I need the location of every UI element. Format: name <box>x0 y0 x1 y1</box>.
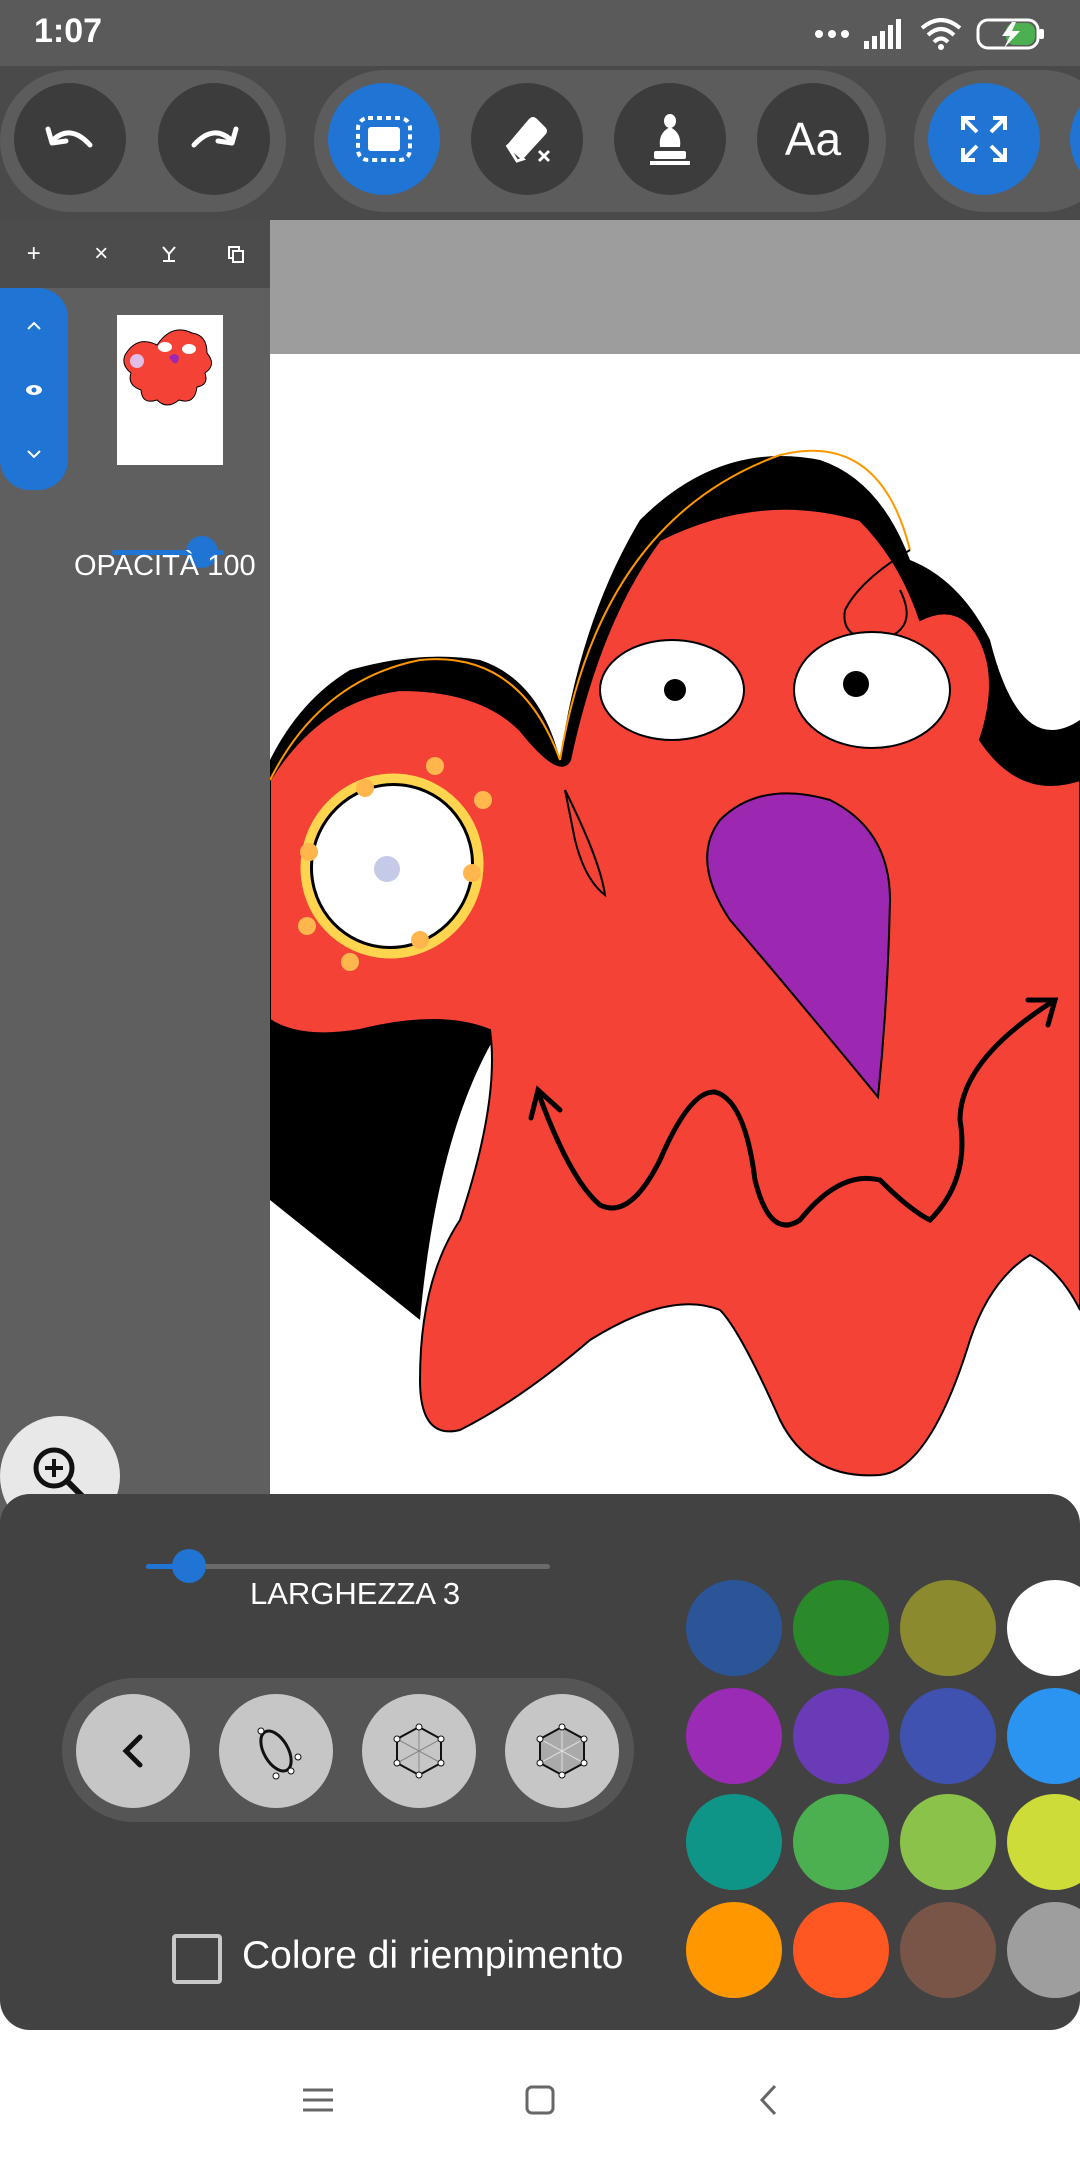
color-swatch[interactable] <box>900 1688 996 1784</box>
drawing-canvas[interactable] <box>270 220 1080 1540</box>
back-icon <box>122 1734 143 1768</box>
ellipse-shape-button[interactable] <box>219 1694 333 1808</box>
text-tool-label: Aa <box>784 113 842 165</box>
layer-preview <box>123 329 212 406</box>
width-knob[interactable] <box>172 1549 206 1583</box>
color-swatch[interactable] <box>1007 1688 1080 1784</box>
width-label: LARGHEZZA 3 <box>250 1576 461 1611</box>
layer-up-button[interactable] <box>0 296 68 356</box>
redo-button[interactable] <box>158 83 270 195</box>
select-rect-icon <box>356 116 412 162</box>
back-nav-icon <box>759 2084 777 2116</box>
text-tool-button[interactable]: Aa <box>757 83 869 195</box>
eraser-tool-button[interactable] <box>471 83 583 195</box>
layer-visibility-button[interactable] <box>0 360 68 420</box>
back-button[interactable] <box>76 1694 190 1808</box>
home-icon <box>525 2085 555 2115</box>
color-swatch[interactable] <box>793 1794 889 1890</box>
drawing-artwork <box>270 449 1080 1477</box>
opacity-label: OPACITÀ 100 <box>74 550 256 582</box>
layers-panel: + × OPACITÀ 100 <box>0 220 270 1540</box>
eye-right <box>793 631 951 749</box>
color-swatch[interactable] <box>900 1794 996 1890</box>
color-swatch[interactable] <box>793 1902 889 1998</box>
hexagon-filled-icon <box>536 1723 588 1779</box>
eraser-icon <box>505 117 551 163</box>
chevron-up-icon <box>27 321 41 330</box>
redo-icon <box>191 126 239 148</box>
layer-down-button[interactable] <box>0 424 68 484</box>
fill-color-checkbox[interactable] <box>172 1934 222 1984</box>
add-layer-button[interactable]: + <box>0 220 68 288</box>
system-nav-bar <box>0 2030 1080 2160</box>
select-tool-button[interactable] <box>328 83 440 195</box>
undo-icon <box>45 126 93 148</box>
cell-signal-icon <box>864 19 901 49</box>
hexagon-icon <box>393 1723 445 1779</box>
merge-down-icon <box>161 246 176 262</box>
fill-tool-button[interactable] <box>614 83 726 195</box>
zoom-in-icon <box>33 1447 85 1499</box>
clock: 1:07 <box>34 12 103 50</box>
color-swatch[interactable] <box>1007 1580 1080 1676</box>
color-swatch[interactable] <box>686 1902 782 1998</box>
color-swatch[interactable] <box>900 1902 996 1998</box>
color-swatch[interactable] <box>793 1580 889 1676</box>
menu-key[interactable] <box>288 2070 348 2130</box>
duplicate-icon <box>228 246 245 263</box>
fill-color-label: Colore di riempimento <box>242 1934 624 1977</box>
menu-icon <box>303 2088 333 2112</box>
ellipse-icon <box>257 1727 302 1780</box>
status-icons <box>814 14 1046 54</box>
status-bar: 1:07 <box>0 0 1080 66</box>
color-swatch[interactable] <box>686 1580 782 1676</box>
brush-panel: LARGHEZZA 3 Colore di riempimento <box>0 1494 1080 2030</box>
color-swatch[interactable] <box>900 1580 996 1676</box>
color-swatch[interactable] <box>1007 1902 1080 1998</box>
chevron-down-icon <box>27 450 41 459</box>
width-track <box>146 1564 550 1569</box>
home-key[interactable] <box>510 2070 570 2130</box>
battery-charging-icon <box>976 18 1044 50</box>
layer-nav <box>0 288 68 490</box>
color-swatch[interactable] <box>686 1688 782 1784</box>
polygon-shape-button[interactable] <box>362 1694 476 1808</box>
layer-actions-bar: + × <box>0 220 270 288</box>
bucket-icon <box>650 114 690 165</box>
color-swatch[interactable] <box>1007 1794 1080 1890</box>
toolbar: Aa <box>0 66 1080 220</box>
merge-layer-button[interactable] <box>135 220 203 288</box>
eye-icon <box>26 385 42 395</box>
duplicate-layer-button[interactable] <box>203 220 271 288</box>
delete-layer-button[interactable]: × <box>68 220 136 288</box>
layer-thumbnail[interactable] <box>117 315 223 465</box>
undo-button[interactable] <box>14 83 126 195</box>
polygon-filled-shape-button[interactable] <box>505 1694 619 1808</box>
shape-tools <box>62 1678 634 1822</box>
color-swatch[interactable] <box>686 1794 782 1890</box>
fullscreen-icon <box>961 116 1007 162</box>
back-key[interactable] <box>738 2070 798 2130</box>
signal-dots-icon <box>815 30 849 38</box>
fullscreen-button[interactable] <box>928 83 1040 195</box>
color-swatch[interactable] <box>793 1688 889 1784</box>
wifi-icon <box>920 18 962 50</box>
